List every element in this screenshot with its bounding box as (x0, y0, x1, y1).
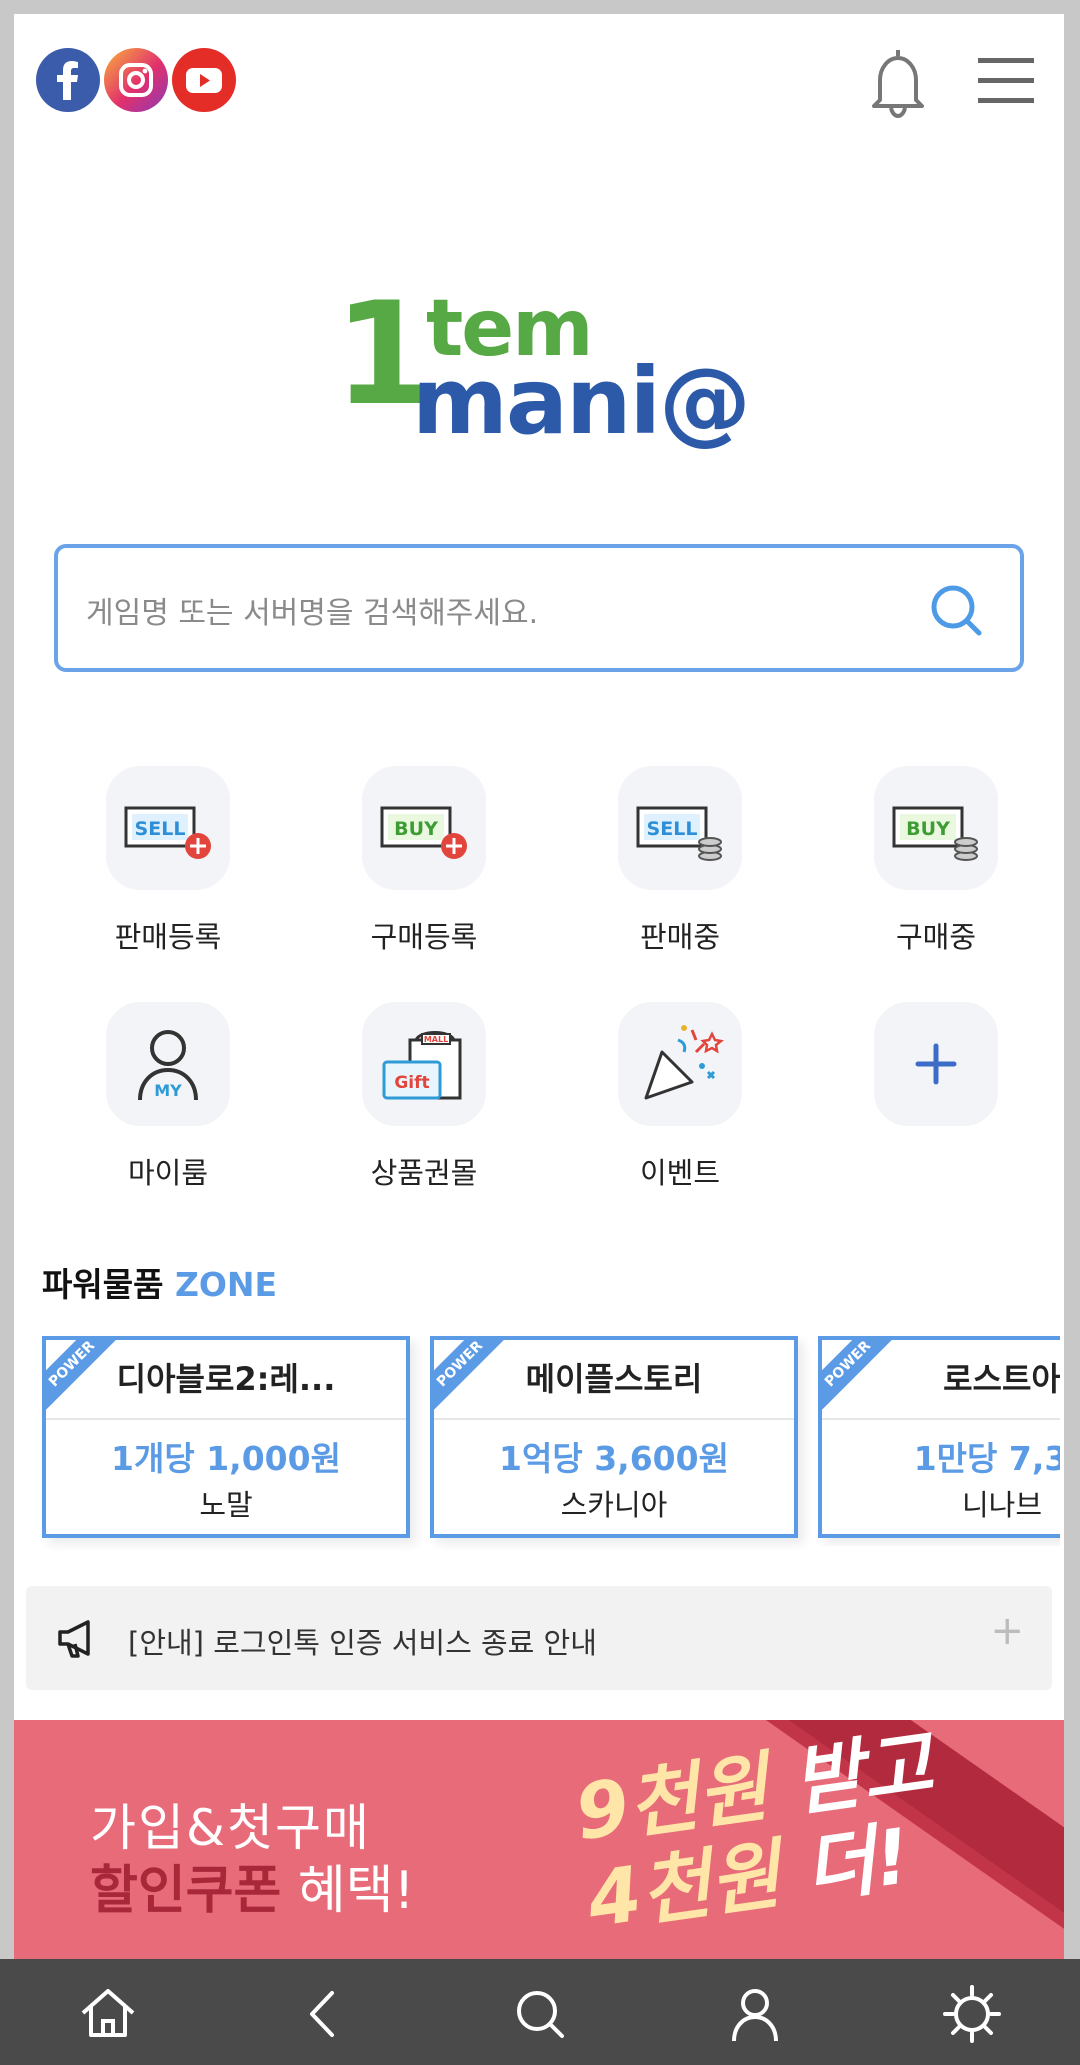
plus-icon (874, 1002, 998, 1126)
quick-buy-register[interactable]: BUY 구매등록 (310, 766, 510, 976)
notice-text[interactable]: [안내] 로그인톡 인증 서비스 종료 안내 (128, 1620, 597, 1662)
search-input[interactable]: 게임명 또는 서버명을 검색해주세요. (86, 588, 538, 632)
svg-text:BUY: BUY (906, 818, 950, 840)
youtube-icon[interactable] (172, 48, 236, 112)
power-badge: POWER (434, 1340, 510, 1416)
sell-register-icon: SELL (106, 766, 230, 890)
svg-text:MALL: MALL (424, 1035, 448, 1044)
logo-line2: mani@ (412, 348, 751, 455)
svg-text:SELL: SELL (135, 818, 186, 840)
power-badge: POWER (46, 1340, 122, 1416)
search-icon[interactable] (505, 1979, 575, 2049)
quick-label: 이벤트 (639, 1156, 721, 1190)
quick-label: 구매등록 (370, 920, 478, 954)
quick-add[interactable] (822, 1002, 1022, 1212)
megaphone-icon (54, 1614, 102, 1662)
power-item-clip: 로스트아 1만당 7,30 니나브 POWER (818, 1332, 1060, 1546)
power-item-card[interactable]: 메이플스토리 1억당 3,600원 스카니아 POWER (430, 1336, 798, 1538)
instagram-icon[interactable] (104, 48, 168, 112)
app-screen: 1 tem mani@ 게임명 또는 서버명을 검색해주세요. SELL 판매등… (14, 14, 1064, 1959)
quick-selling[interactable]: SELL 판매중 (566, 766, 766, 976)
svg-text:MY: MY (154, 1081, 182, 1100)
gift-mall-icon: MALL Gift (362, 1002, 486, 1126)
quick-sell-register[interactable]: SELL 판매등록 (54, 766, 254, 976)
quick-event[interactable]: 이벤트 (566, 1002, 766, 1212)
banner-line2: 할인쿠폰 혜택! (90, 1861, 415, 1921)
quick-label: 구매중 (895, 920, 977, 954)
notice-bar[interactable]: [안내] 로그인톡 인증 서비스 종료 안내 + (26, 1586, 1052, 1690)
home-icon[interactable] (73, 1979, 143, 2049)
search-bar[interactable]: 게임명 또는 서버명을 검색해주세요. (54, 544, 1024, 672)
svg-text:BUY: BUY (394, 818, 438, 840)
selling-icon: SELL (618, 766, 742, 890)
power-item-price: 1개당 1,000원 (111, 1439, 341, 1478)
power-item-card[interactable]: 로스트아 1만당 7,30 니나브 POWER (818, 1336, 1060, 1538)
quick-label: 판매등록 (114, 920, 222, 954)
power-zone-accent: ZONE (174, 1265, 278, 1304)
buy-register-icon: BUY (362, 766, 486, 890)
power-item-server: 니나브 (961, 1488, 1043, 1522)
promo-banner[interactable]: 가입&첫구매 할인쿠폰 혜택! 9천원 받고 4천원 더! (14, 1720, 1064, 1959)
power-item-price: 1억당 3,600원 (499, 1439, 729, 1478)
itemmania-logo[interactable]: 1 tem mani@ (334, 284, 754, 448)
buying-icon: BUY (874, 766, 998, 890)
quick-my-room[interactable]: MY 마이룸 (54, 1002, 254, 1212)
svg-text:SELL: SELL (647, 818, 698, 840)
my-room-icon: MY (106, 1002, 230, 1126)
quick-gift-mall[interactable]: MALL Gift 상품권몰 (310, 1002, 510, 1212)
svg-text:Gift: Gift (394, 1073, 429, 1093)
user-icon[interactable] (720, 1979, 790, 2049)
power-zone-title: 파워물품 ZONE (42, 1258, 277, 1306)
banner-headline: 9천원 받고 4천원 더! (569, 1720, 938, 1945)
quick-label: 판매중 (639, 920, 721, 954)
quick-label: 마이룸 (127, 1156, 209, 1190)
power-item-server: 노말 (199, 1488, 253, 1522)
power-badge: POWER (822, 1340, 898, 1416)
power-item-server: 스카니아 (560, 1488, 668, 1522)
quick-buying[interactable]: BUY 구매중 (822, 766, 1022, 976)
party-popper-icon (618, 1002, 742, 1126)
search-icon[interactable] (928, 582, 984, 638)
power-zone-title-text: 파워물품 (42, 1265, 164, 1304)
notice-expand-icon[interactable]: + (990, 1608, 1024, 1654)
power-item-price: 1만당 7,30 (913, 1439, 1060, 1478)
power-item-card[interactable]: 디아블로2:레... 1개당 1,000원 노말 POWER (42, 1336, 410, 1538)
back-icon[interactable] (290, 1979, 360, 2049)
bell-icon[interactable] (866, 42, 930, 122)
hamburger-menu-icon[interactable] (974, 52, 1038, 112)
facebook-icon[interactable] (36, 48, 100, 112)
quick-label: 상품권몰 (370, 1156, 478, 1190)
settings-icon[interactable] (937, 1979, 1007, 2049)
bottom-navigation (0, 1959, 1080, 2065)
